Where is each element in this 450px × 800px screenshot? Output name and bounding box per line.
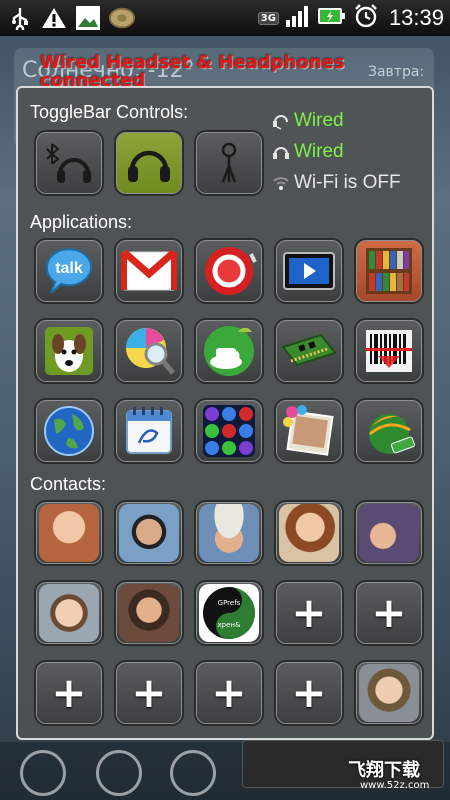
wifi-antenna-icon: [221, 142, 237, 183]
contact-avatar-1: [39, 504, 99, 562]
tunes-icon: [108, 4, 136, 32]
status-bar: 3G 13:39: [0, 0, 450, 36]
headphones-icon: [128, 150, 170, 182]
logo-text-bottom: хрен&: [218, 621, 241, 629]
signal-icon: [285, 4, 311, 32]
contact-avatar-2: [119, 504, 179, 562]
contact-avatar-3: [199, 504, 259, 562]
mini-browser-app[interactable]: [354, 398, 424, 464]
settings-dock-icon: [170, 750, 216, 796]
book-shelf-app[interactable]: [354, 238, 424, 304]
logo-text-top: GPrefs: [218, 599, 241, 607]
wifi-toggle[interactable]: [194, 130, 264, 196]
contact-photo-3[interactable]: [194, 500, 264, 566]
wifi-status: Wi-Fi is OFF: [272, 172, 401, 194]
headphones-status: Wired: [272, 141, 344, 163]
watermark-text: 飞翔下载: [348, 760, 420, 781]
headset-notification-title: Wired Headset & Headphones connected: [40, 52, 345, 91]
book-shelf-app-icon: [366, 248, 412, 294]
barcode-scanner-app-icon: [366, 330, 412, 372]
calendar-app[interactable]: [114, 398, 184, 464]
photo-app[interactable]: [274, 398, 344, 464]
alarm-icon: [353, 3, 379, 33]
android-coffee-app-icon: [204, 326, 254, 376]
headphones-small-icon: [273, 147, 289, 159]
contact-photo-4[interactable]: [274, 500, 344, 566]
add-contact-9[interactable]: +: [274, 580, 344, 646]
gmail-app[interactable]: [114, 238, 184, 304]
voice-recorder-app-icon: [205, 247, 257, 295]
headphones-status-text: Wired: [294, 141, 344, 162]
headset-icon: [273, 115, 288, 130]
globe-app[interactable]: [34, 398, 104, 464]
network-3g-badge: 3G: [257, 11, 279, 25]
headset-status-text: Wired: [294, 110, 344, 131]
usb-icon: [6, 4, 34, 32]
plus-icon: +: [371, 588, 407, 637]
headset-status: Wired: [272, 110, 344, 132]
talk-app[interactable]: talk: [34, 238, 104, 304]
calendar-app-icon: [126, 407, 172, 454]
add-contact-12[interactable]: +: [114, 660, 184, 726]
contact-avatar-7: [119, 584, 179, 642]
mini-browser-app-icon: [369, 414, 415, 454]
add-contact-14[interactable]: +: [274, 660, 344, 726]
contact-photo-15[interactable]: [354, 660, 424, 726]
globe-app-icon: [44, 406, 94, 456]
applications-label: Applications:: [30, 212, 133, 232]
dog-app[interactable]: [34, 318, 104, 384]
contact-photo-7[interactable]: [114, 580, 184, 646]
togglebar-panel: ToggleBar Controls: Wired Wired Wi-Fi is…: [16, 86, 434, 740]
memory-card-app[interactable]: [274, 318, 344, 384]
battery-icon: [317, 5, 347, 31]
bubbles-game-app[interactable]: [194, 398, 264, 464]
contacts-label: Contacts:: [30, 474, 107, 494]
contact-photo-5[interactable]: [354, 500, 424, 566]
bubbles-game-app-icon: [203, 405, 255, 457]
talk-app-icon: talk: [45, 248, 92, 294]
plus-icon: +: [291, 588, 327, 637]
plus-icon: +: [291, 668, 327, 717]
barcode-scanner-app[interactable]: [354, 318, 424, 384]
plus-icon: +: [51, 668, 87, 717]
color-picker-app[interactable]: [114, 318, 184, 384]
android-coffee-app[interactable]: [194, 318, 264, 384]
contact-avatar-4: [279, 504, 339, 562]
dog-app-icon: [45, 327, 93, 375]
yin-yang-logo-icon: GPrefs хрен&: [203, 587, 255, 639]
voice-recorder-app[interactable]: [194, 238, 264, 304]
gallery-3g-icon: [74, 4, 102, 32]
video-player-app[interactable]: [274, 238, 344, 304]
add-contact-13[interactable]: +: [194, 660, 264, 726]
gmail-app-icon: [121, 249, 177, 291]
home-dock-icon: [96, 750, 142, 796]
add-contact-10[interactable]: +: [354, 580, 424, 646]
wired-headphones-toggle[interactable]: [114, 130, 184, 196]
video-player-app-icon: [283, 252, 335, 290]
contact-avatar-5: [359, 504, 419, 562]
wifi-off-icon: [273, 177, 289, 190]
bluetooth-headphones-icon: [46, 143, 91, 183]
phone-dock-icon: [20, 750, 66, 796]
warning-icon: [40, 4, 68, 32]
add-contact-11[interactable]: +: [34, 660, 104, 726]
memory-card-app-icon: [281, 333, 337, 367]
contact-photo-2[interactable]: [114, 500, 184, 566]
wifi-status-text: Wi-Fi is OFF: [294, 172, 401, 193]
contact-logo-8[interactable]: GPrefs хрен&: [194, 580, 264, 646]
contact-avatar-15: [359, 664, 419, 722]
contact-avatar-8: GPrefs хрен&: [199, 584, 259, 642]
plus-icon: +: [211, 668, 247, 717]
togglebar-controls-label: ToggleBar Controls:: [30, 102, 189, 122]
bluetooth-headset-toggle[interactable]: [34, 130, 104, 196]
contact-photo-6[interactable]: [34, 580, 104, 646]
contact-avatar-6: [39, 584, 99, 642]
color-picker-app-icon: [126, 328, 175, 375]
clock-time: 13:39: [388, 5, 444, 30]
watermark-subtext: www.52z.com: [360, 780, 430, 791]
talk-label: talk: [55, 260, 83, 277]
photo-app-icon: [283, 405, 334, 456]
contact-photo-1[interactable]: [34, 500, 104, 566]
plus-icon: +: [131, 668, 167, 717]
